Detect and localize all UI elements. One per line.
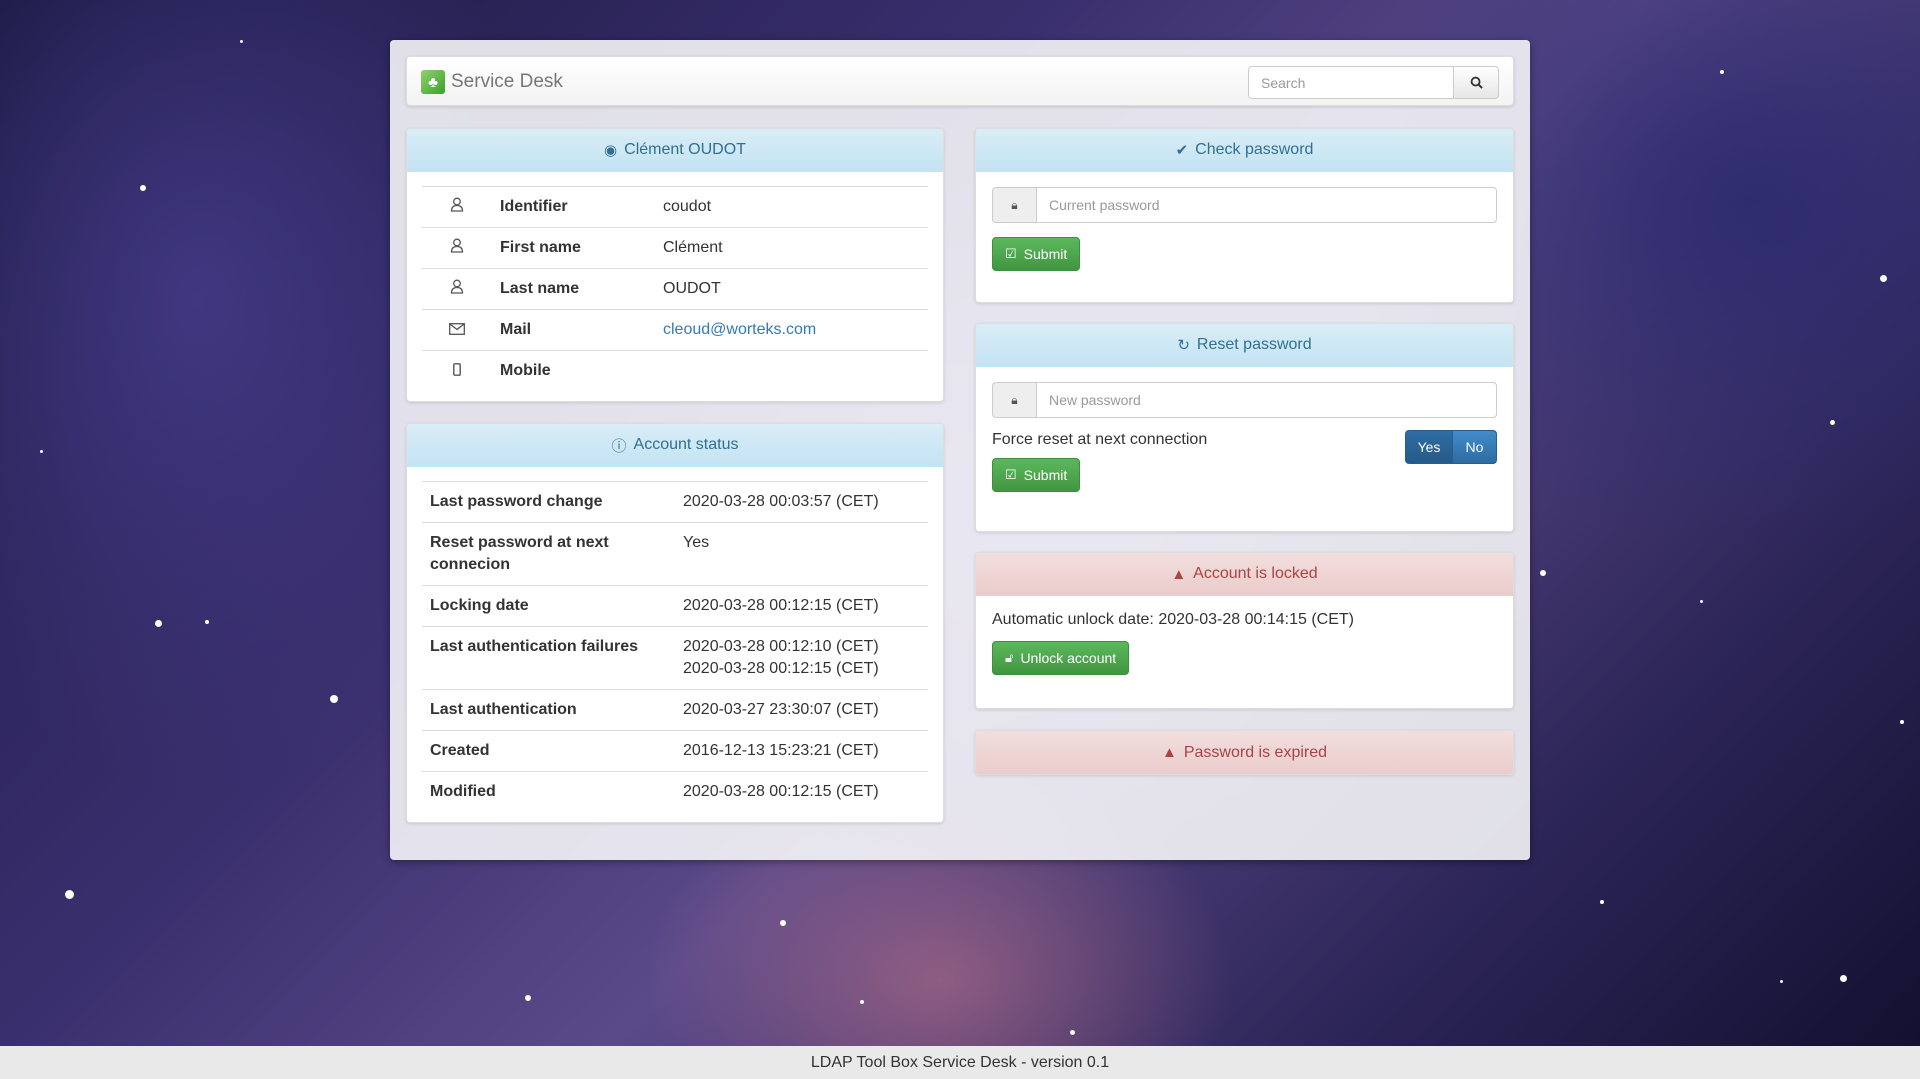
submit-label: Submit — [1023, 246, 1068, 262]
user-circle-icon: ◉ — [604, 142, 618, 159]
locking-date-value: 2020-03-28 00:12:15 (CET) — [675, 585, 928, 627]
user-panel: ◉ Clément OUDOT Identifier coudot First … — [406, 128, 944, 402]
account-status-title: Account status — [633, 436, 739, 453]
user-icon — [422, 227, 492, 269]
account-locked-title: Account is locked — [1193, 565, 1318, 582]
mail-link[interactable]: cleoud@worteks.com — [663, 321, 816, 338]
new-password-group: 🔒︎ — [992, 382, 1497, 418]
brand-link[interactable]: ♣ Service Desk — [421, 70, 563, 94]
table-row: Mail cleoud@worteks.com — [422, 309, 928, 351]
table-row: Modified 2020-03-28 00:12:15 (CET) — [422, 771, 928, 812]
submit-label: Submit — [1023, 467, 1068, 483]
brand-name: Service Desk — [451, 71, 563, 92]
auth-failures-values: 2020-03-28 00:12:10 (CET) 2020-03-28 00:… — [675, 626, 928, 690]
reset-password-heading: ↻ Reset password — [976, 324, 1513, 367]
table-row: Last password change 2020-03-28 00:03:57… — [422, 481, 928, 523]
user-panel-heading: ◉ Clément OUDOT — [407, 129, 943, 172]
check-password-title: Check password — [1195, 141, 1314, 158]
last-authentication-label: Last authentication — [422, 689, 675, 731]
auth-failures-label: Last authentication failures — [422, 626, 675, 690]
account-locked-heading: ▲ Account is locked — [976, 553, 1513, 596]
last-name-value: OUDOT — [655, 268, 928, 310]
auth-failure-entry: 2020-03-28 00:12:15 (CET) — [683, 660, 879, 677]
lock-icon: 🔒︎ — [992, 382, 1036, 418]
unlock-account-button[interactable]: 🔓︎ Unlock account — [992, 641, 1130, 675]
account-status-panel: ⓘ Account status Last password change 20… — [406, 423, 944, 823]
table-row: Last authentication failures 2020-03-28 … — [422, 626, 928, 690]
last-password-change-label: Last password change — [422, 481, 675, 523]
search-icon — [1470, 76, 1483, 89]
password-expired-heading: ▲ Password is expired — [976, 731, 1513, 774]
refresh-icon: ↻ — [1177, 337, 1190, 354]
mobile-label: Mobile — [492, 350, 655, 391]
reset-password-submit-button[interactable]: ☑ Submit — [992, 458, 1081, 492]
search-button[interactable] — [1453, 66, 1499, 99]
first-name-value: Clément — [655, 227, 928, 269]
password-expired-title: Password is expired — [1183, 743, 1328, 761]
tree-logo-icon: ♣ — [421, 70, 445, 94]
user-attributes-table: Identifier coudot First name Clément Las… — [422, 186, 928, 391]
table-row: First name Clément — [422, 227, 928, 269]
table-row: Locking date 2020-03-28 00:12:15 (CET) — [422, 585, 928, 627]
envelope-icon — [422, 309, 492, 351]
user-full-name: Clément OUDOT — [624, 141, 746, 158]
user-icon — [422, 186, 492, 228]
last-name-label: Last name — [492, 268, 655, 310]
table-row: Mobile — [422, 350, 928, 391]
check-circle-icon: ✔ — [1175, 142, 1189, 159]
check-square-icon: ☑ — [1005, 467, 1017, 482]
current-password-group: 🔒︎ — [992, 187, 1497, 223]
footer: LDAP Tool Box Service Desk - version 0.1 — [0, 1046, 1920, 1079]
table-row: Reset password at next connecion Yes — [422, 522, 928, 586]
warning-icon: ▲ — [1171, 565, 1187, 583]
main-container: ♣ Service Desk ◉ Clément OUDOT Identifie… — [390, 40, 1530, 860]
account-status-heading: ⓘ Account status — [407, 424, 943, 467]
identifier-label: Identifier — [492, 186, 655, 228]
reset-password-value: Yes — [675, 522, 928, 586]
modified-value: 2020-03-28 00:12:15 (CET) — [675, 771, 928, 812]
created-label: Created — [422, 730, 675, 772]
check-password-panel: ✔ Check password 🔒︎ ☑ Submit — [975, 128, 1514, 303]
current-password-input[interactable] — [1036, 187, 1497, 223]
mobile-icon — [422, 350, 492, 391]
force-reset-yes-button[interactable]: Yes — [1405, 430, 1453, 464]
info-circle-icon: ⓘ — [611, 437, 627, 455]
user-icon — [422, 268, 492, 310]
locking-date-label: Locking date — [422, 585, 675, 627]
force-reset-no-button[interactable]: No — [1453, 430, 1497, 464]
table-row: Created 2016-12-13 15:23:21 (CET) — [422, 730, 928, 772]
password-expired-panel: ▲ Password is expired — [975, 730, 1514, 775]
search-form — [1248, 66, 1499, 99]
table-row: Last name OUDOT — [422, 268, 928, 310]
force-reset-toggle[interactable]: Yes No — [1405, 430, 1497, 464]
table-row: Identifier coudot — [422, 186, 928, 228]
warning-icon: ▲ — [1161, 744, 1177, 761]
first-name-label: First name — [492, 227, 655, 269]
navbar: ♣ Service Desk — [406, 56, 1514, 106]
check-password-submit-button[interactable]: ☑ Submit — [992, 237, 1081, 271]
reset-password-label: Reset password at next connecion — [422, 522, 675, 586]
unlock-date-text: Automatic unlock date: 2020-03-28 00:14:… — [992, 611, 1354, 628]
reset-password-title: Reset password — [1196, 336, 1312, 353]
mail-label: Mail — [492, 309, 655, 351]
account-locked-panel: ▲ Account is locked Automatic unlock dat… — [975, 552, 1514, 709]
check-password-heading: ✔ Check password — [976, 129, 1513, 172]
check-square-icon: ☑ — [1005, 246, 1017, 261]
unlock-account-label: Unlock account — [1020, 650, 1117, 666]
search-input[interactable] — [1248, 66, 1453, 99]
reset-password-panel: ↻ Reset password 🔒︎ Force reset at next … — [975, 323, 1514, 532]
modified-label: Modified — [422, 771, 675, 812]
auth-failure-entry: 2020-03-28 00:12:10 (CET) — [683, 638, 879, 655]
unlock-icon: 🔓︎ — [1005, 650, 1014, 665]
lock-icon: 🔒︎ — [992, 187, 1036, 223]
identifier-value: coudot — [655, 186, 928, 228]
account-status-table: Last password change 2020-03-28 00:03:57… — [422, 481, 928, 812]
table-row: Last authentication 2020-03-27 23:30:07 … — [422, 689, 928, 731]
force-reset-label: Force reset at next connection — [992, 431, 1208, 448]
last-password-change-value: 2020-03-28 00:03:57 (CET) — [675, 481, 928, 523]
new-password-input[interactable] — [1036, 382, 1497, 418]
mobile-value — [655, 350, 928, 391]
created-value: 2016-12-13 15:23:21 (CET) — [675, 730, 928, 772]
last-authentication-value: 2020-03-27 23:30:07 (CET) — [675, 689, 928, 731]
